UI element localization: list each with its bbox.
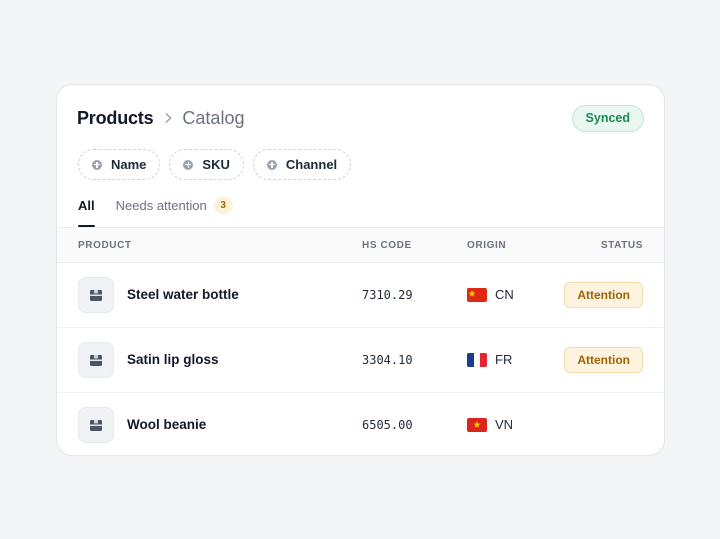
tab-bar: All Needs attention 3 <box>78 197 233 228</box>
filter-chip-label: Channel <box>285 157 338 172</box>
vietnam-flag-icon <box>467 417 487 432</box>
filter-chip-sku[interactable]: SKU <box>169 149 244 180</box>
plus-circle-icon <box>183 159 194 170</box>
column-header-product[interactable]: PRODUCT <box>78 240 132 251</box>
origin-code: CN <box>495 287 514 302</box>
origin-code: FR <box>495 352 513 367</box>
product-name: Wool beanie <box>127 417 207 432</box>
filter-chip-name[interactable]: Name <box>78 149 161 180</box>
synced-badge: Synced <box>571 104 644 132</box>
china-flag-icon <box>467 287 487 302</box>
origin-cell: CN <box>467 287 514 302</box>
table-row[interactable]: Steel water bottle 7310.29 CN Attention <box>57 263 664 328</box>
plus-circle-icon <box>92 159 102 170</box>
status-badge: Attention <box>564 347 643 373</box>
package-icon <box>78 342 114 378</box>
filter-chip-label: Name <box>111 157 147 172</box>
product-name: Satin lip gloss <box>127 352 219 367</box>
product-name: Steel water bottle <box>127 287 239 302</box>
table-header: PRODUCT HS CODE ORIGIN STATUS <box>57 227 664 263</box>
table-row[interactable]: Satin lip gloss 3304.10 FR Attention <box>57 328 664 393</box>
chevron-right-icon <box>165 113 172 123</box>
card-header: Products Catalog Synced <box>77 104 644 132</box>
origin-cell: VN <box>467 417 513 432</box>
filter-chips: Name SKU Channel <box>78 149 352 180</box>
column-header-hs-code[interactable]: HS CODE <box>362 240 412 251</box>
hs-code: 3304.10 <box>362 353 413 367</box>
filter-chip-label: SKU <box>202 157 230 172</box>
breadcrumb-catalog: Catalog <box>182 107 245 128</box>
column-header-origin[interactable]: ORIGIN <box>467 240 506 251</box>
products-card: Products Catalog Synced Name SKU Channel… <box>56 84 665 456</box>
products-table: PRODUCT HS CODE ORIGIN STATUS Steel wate… <box>57 227 664 455</box>
table-row[interactable]: Wool beanie 6505.00 VN <box>57 393 664 455</box>
tab-all[interactable]: All <box>78 198 95 228</box>
origin-cell: FR <box>467 352 512 367</box>
plus-circle-icon <box>266 159 277 170</box>
origin-code: VN <box>495 417 514 432</box>
filter-chip-channel[interactable]: Channel <box>252 149 352 180</box>
hs-code: 7310.29 <box>362 288 413 302</box>
tab-needs-attention[interactable]: Needs attention 3 <box>115 197 233 228</box>
status-badge: Attention <box>564 282 643 308</box>
package-icon <box>78 277 114 313</box>
tab-count-badge: 3 <box>213 197 233 214</box>
column-header-status[interactable]: STATUS <box>601 240 643 251</box>
france-flag-icon <box>467 352 487 367</box>
package-icon <box>78 407 114 443</box>
breadcrumb-products[interactable]: Products <box>77 108 154 129</box>
hs-code: 6505.00 <box>362 418 413 432</box>
tab-label: Needs attention <box>115 198 207 213</box>
tab-label: All <box>78 198 95 213</box>
